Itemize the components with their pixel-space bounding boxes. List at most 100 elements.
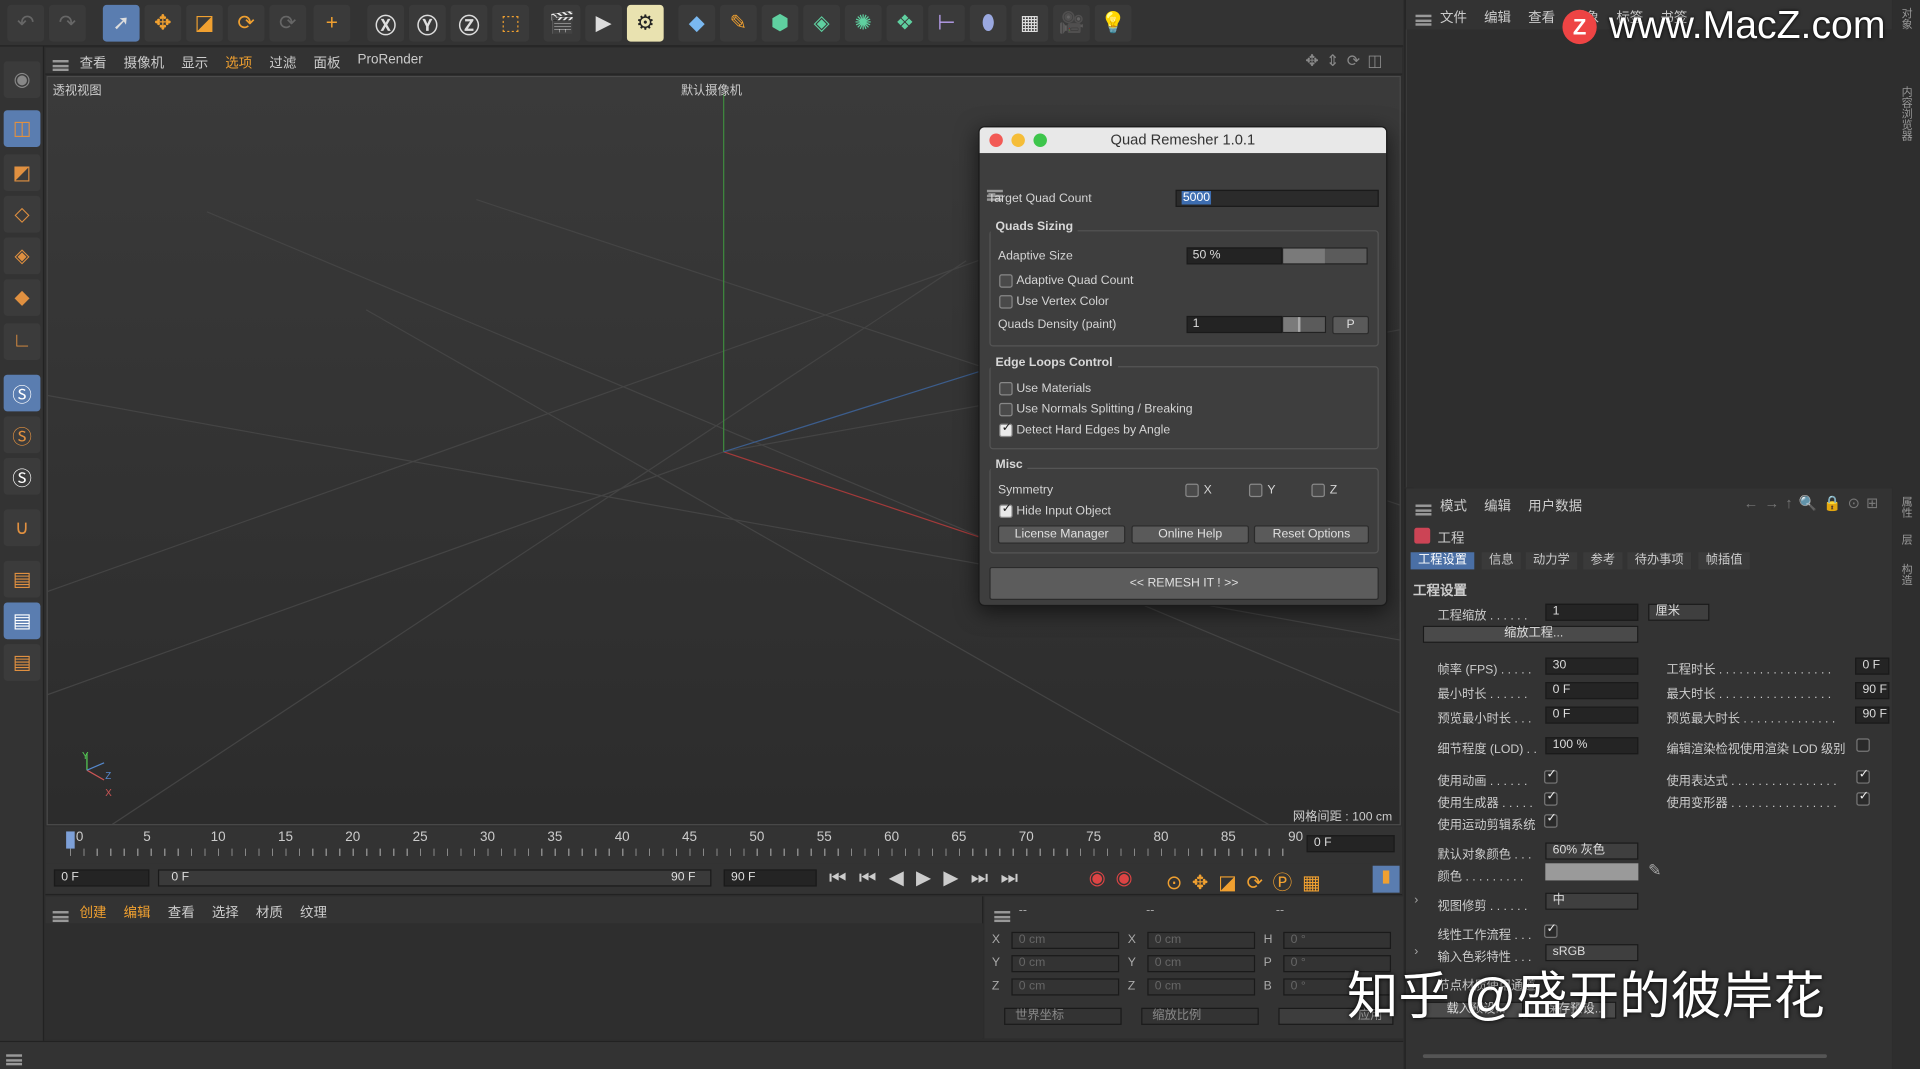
scale-project-button[interactable]: 缩放工程...	[1422, 625, 1639, 643]
adaptive-quad-count-checkbox[interactable]	[999, 274, 1013, 288]
side-tab-1[interactable]: 内容浏览器	[1899, 86, 1915, 141]
viewport-menu-item-4[interactable]: 过滤	[269, 53, 296, 73]
planar-workplane-icon[interactable]: ▤	[3, 644, 41, 681]
pen-icon[interactable]: ✎	[720, 4, 757, 42]
close-button[interactable]	[989, 133, 1003, 147]
material-menu-item-4[interactable]: 材质	[256, 902, 283, 922]
axis-tool-icon[interactable]: +	[313, 4, 351, 42]
attr-menu-item-2[interactable]: 用户数据	[1528, 496, 1582, 516]
coord-value-field[interactable]: 0 cm	[1147, 931, 1256, 949]
material-area[interactable]	[45, 923, 984, 1039]
material-menu-item-5[interactable]: 纹理	[300, 902, 327, 922]
coord-value-field[interactable]: 0 cm	[1011, 978, 1120, 996]
project-length-field[interactable]: 0 F	[1855, 657, 1890, 675]
record-icons[interactable]: ◉◉	[1089, 866, 1143, 890]
attr-menu-icon[interactable]	[1415, 504, 1432, 516]
attr-tab-4[interactable]: 待办事项	[1627, 552, 1692, 570]
start-frame-field[interactable]: 0 F	[53, 869, 150, 887]
side-tab-2[interactable]: 属性	[1899, 496, 1915, 518]
license-manager-button[interactable]: License Manager	[997, 525, 1126, 544]
object-color-select[interactable]: 60% 灰色	[1545, 842, 1639, 860]
minimize-button[interactable]	[1011, 133, 1025, 147]
scale-tool-icon[interactable]: ◪	[186, 4, 223, 42]
viewport-menu-item-2[interactable]: 显示	[181, 53, 208, 73]
coord-value-field[interactable]: 0 cm	[1011, 955, 1120, 973]
adaptive-size-input[interactable]: 50 %	[1186, 247, 1283, 265]
current-frame-field[interactable]: 0 F	[1306, 835, 1395, 853]
symmetry-z-checkbox[interactable]	[1311, 483, 1325, 498]
side-tab-0[interactable]: 对象	[1899, 7, 1915, 29]
select-tool-icon[interactable]: ➚	[102, 4, 140, 42]
redo-icon[interactable]: ↷	[48, 4, 86, 42]
scale-unit-select[interactable]: 厘米	[1648, 603, 1710, 621]
locked-workplane-icon[interactable]: ▤	[3, 602, 41, 640]
subdivision-icon[interactable]: ⬢	[761, 4, 799, 42]
material-menu-icon[interactable]	[52, 911, 69, 923]
max-time-field[interactable]: 90 F	[1855, 682, 1890, 700]
x-axis-lock-icon[interactable]: Ⓧ	[367, 4, 405, 42]
min-time-field[interactable]: 0 F	[1545, 682, 1639, 700]
reset-options-button[interactable]: Reset Options	[1253, 525, 1369, 544]
normals-splitting-checkbox[interactable]	[999, 402, 1013, 417]
object-menu-item-1[interactable]: 编辑	[1484, 7, 1511, 27]
snap-settings-icon[interactable]: Ⓢ	[3, 416, 41, 454]
preview-min-field[interactable]: 0 F	[1545, 706, 1639, 724]
mograph-icon[interactable]: ✺	[844, 4, 882, 42]
bend-icon[interactable]: ⊢	[928, 4, 965, 42]
quantize-icon[interactable]: Ⓢ	[3, 457, 41, 495]
linear-workflow-checkbox[interactable]	[1544, 922, 1558, 938]
coord-value-field[interactable]: 0 °	[1283, 931, 1392, 949]
motion-system-checkbox[interactable]	[1544, 812, 1558, 828]
world-coords-select[interactable]: 世界坐标	[1004, 1007, 1122, 1025]
use-expressions-checkbox[interactable]	[1856, 768, 1870, 784]
remesh-button[interactable]: << REMESH IT ! >>	[989, 566, 1379, 601]
generator-icon[interactable]: ◈	[803, 4, 841, 42]
clip-expand-icon[interactable]: ›	[1414, 894, 1418, 907]
move-tool-icon[interactable]: ✥	[144, 4, 182, 42]
spline-icon[interactable]: ⬮	[969, 4, 1007, 42]
attr-tab-2[interactable]: 动力学	[1525, 552, 1578, 570]
maximize-button[interactable]	[1033, 133, 1047, 147]
side-tab-4[interactable]: 构造	[1899, 563, 1915, 585]
detect-hard-edges-checkbox[interactable]	[999, 421, 1013, 438]
object-list[interactable]	[1405, 29, 1894, 488]
view-clipping-select[interactable]: 中	[1545, 892, 1639, 910]
recent-tool-icon[interactable]: ⟳	[269, 4, 307, 42]
target-quad-count-input[interactable]: 5000	[1175, 189, 1379, 207]
viewport-menu-item-6[interactable]: ProRender	[358, 53, 423, 73]
fps-field[interactable]: 30	[1545, 657, 1639, 675]
end-frame-field[interactable]: 90 F	[723, 869, 817, 887]
attr-nav-icons[interactable]: ←→↑🔍🔒⊙⊞	[1744, 495, 1885, 512]
material-menu-item-1[interactable]: 编辑	[124, 902, 151, 922]
coord-value-field[interactable]: 0 cm	[1147, 978, 1256, 996]
light-icon[interactable]: 💡	[1094, 4, 1132, 42]
attr-tab-0[interactable]: 工程设置	[1410, 552, 1475, 570]
attr-scrollbar[interactable]	[1422, 1054, 1827, 1058]
render-lod-checkbox[interactable]	[1856, 738, 1870, 752]
object-menu-item-2[interactable]: 查看	[1528, 7, 1555, 27]
status-menu-icon[interactable]	[6, 1054, 23, 1066]
color-swatch[interactable]	[1545, 863, 1639, 881]
eyedropper-icon[interactable]: ✎	[1648, 861, 1661, 881]
model-mode-icon[interactable]: ◫	[3, 110, 41, 147]
point-mode-icon[interactable]: ◇	[3, 195, 41, 233]
use-deformers-checkbox[interactable]	[1856, 790, 1870, 806]
use-vertex-color-checkbox[interactable]	[999, 295, 1013, 309]
scale-field[interactable]: 1	[1545, 603, 1639, 621]
magnet-icon[interactable]: ∪	[3, 509, 41, 547]
material-menu-item-0[interactable]: 创建	[80, 902, 107, 922]
viewport-menu-item-3[interactable]: 选项	[225, 53, 252, 73]
use-materials-checkbox[interactable]	[999, 382, 1013, 396]
render-region-icon[interactable]: 🎬	[543, 4, 581, 42]
use-animation-checkbox[interactable]	[1544, 768, 1558, 784]
use-generators-checkbox[interactable]	[1544, 790, 1558, 806]
viewport-menu-icon[interactable]	[52, 60, 69, 72]
z-axis-lock-icon[interactable]: Ⓩ	[450, 4, 488, 42]
workplane-icon[interactable]: ▤	[3, 560, 41, 598]
quads-density-input[interactable]: 1	[1186, 315, 1283, 334]
attr-tab-1[interactable]: 信息	[1481, 552, 1521, 570]
coords-menu-icon[interactable]	[994, 911, 1011, 923]
viewport-nav-icons[interactable]: ✥⇕⟳◫	[1305, 51, 1389, 71]
deformer-icon[interactable]: ❖	[886, 4, 924, 42]
texture-mode-icon[interactable]: ◩	[3, 154, 41, 192]
